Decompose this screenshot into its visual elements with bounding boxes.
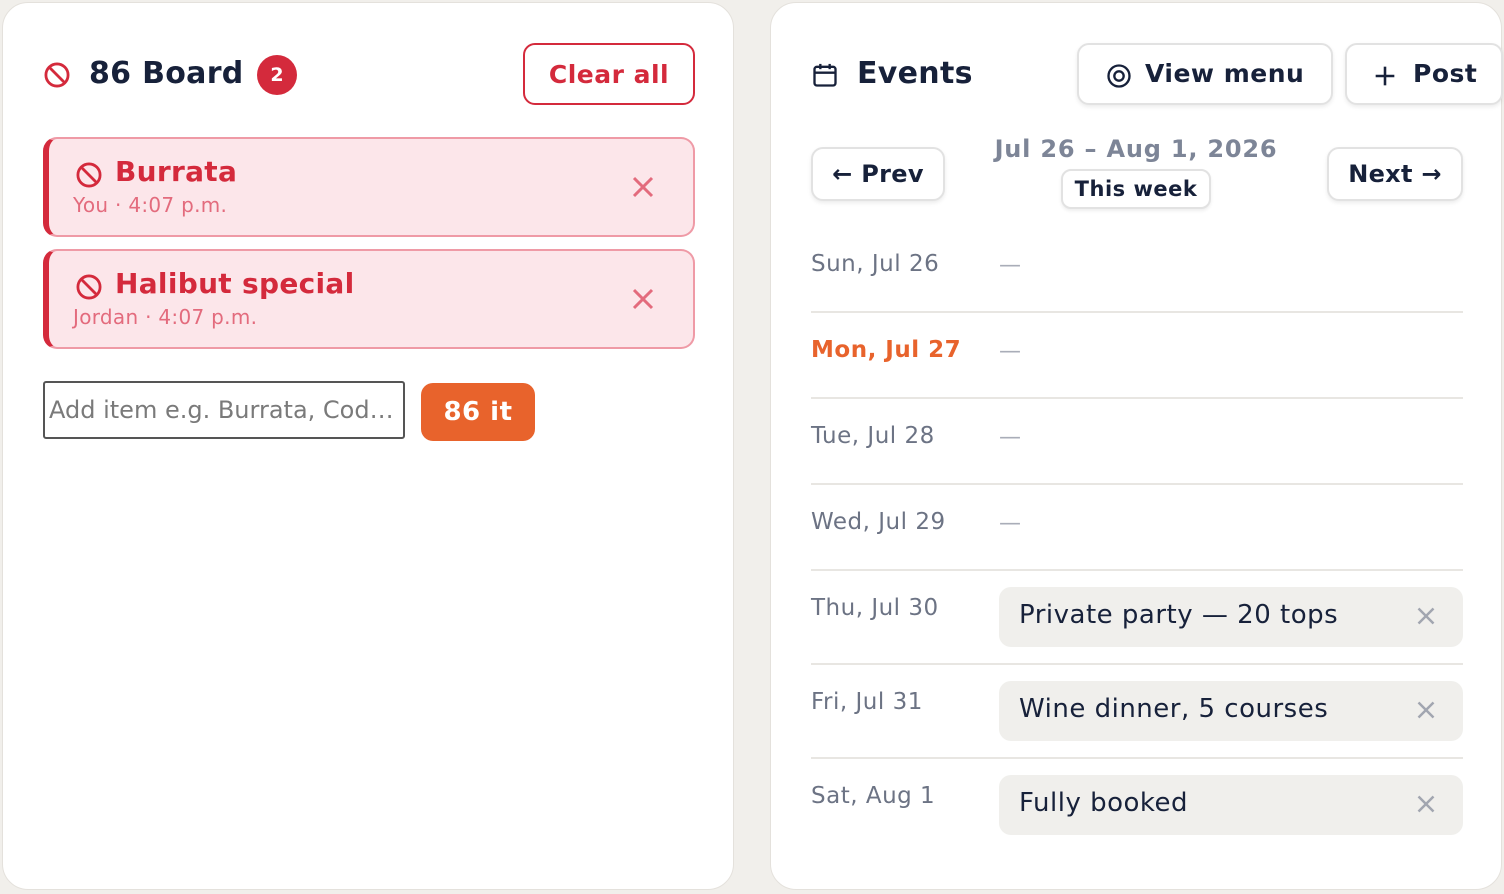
day-label: Sat, Aug 1 [811,783,936,809]
board-item-meta: Jordan · 4:07 p.m. [73,305,258,329]
clear-all-button[interactable]: Clear all [523,43,695,105]
day-empty: — [999,253,1021,278]
post-label: Post [1413,59,1478,88]
close-icon [632,176,654,198]
day-empty: — [999,425,1021,450]
close-icon [1417,607,1435,625]
eighty-six-button[interactable]: 86 it [421,383,535,441]
day-row: Mon, Jul 27 — [811,313,1463,399]
day-row: Thu, Jul 30 Private party — 20 tops [811,571,1463,665]
remove-event-button[interactable] [1411,695,1441,725]
day-label: Wed, Jul 29 [811,509,946,535]
view-menu-label: View menu [1145,59,1305,88]
day-row: Sun, Jul 26 — [811,227,1463,313]
board-header: 86 Board 2 Clear all [43,43,695,107]
count-badge: 2 [257,55,297,95]
day-row: Tue, Jul 28 — [811,399,1463,485]
board-title: 86 Board [89,56,244,91]
plus-icon [1375,66,1395,86]
event-text: Private party — 20 tops [1019,600,1339,630]
event-text: Wine dinner, 5 courses [1019,694,1329,724]
remove-item-button[interactable] [625,281,661,317]
ban-icon [76,274,102,300]
day-label: Sun, Jul 26 [811,251,940,277]
day-label-today: Mon, Jul 27 [811,337,962,363]
event-chip[interactable]: Wine dinner, 5 courses [999,681,1463,741]
day-row: Wed, Jul 29 — [811,485,1463,571]
close-icon [632,288,654,310]
day-label: Fri, Jul 31 [811,689,923,715]
close-icon [1417,795,1435,813]
event-chip[interactable]: Fully booked [999,775,1463,835]
day-empty: — [999,511,1021,536]
day-label: Thu, Jul 30 [811,595,939,621]
event-chip[interactable]: Private party — 20 tops [999,587,1463,647]
board-item: Burrata You · 4:07 p.m. [43,137,695,237]
view-menu-button[interactable]: View menu [1077,43,1333,105]
post-button[interactable]: Post [1345,43,1503,105]
board-card: 86 Board 2 Clear all Burrata You · 4:07 … [2,2,734,890]
close-icon [1417,701,1435,719]
calendar-icon [813,63,837,87]
day-row: Sat, Aug 1 Fully booked [811,759,1463,853]
events-card: Events View menu Post ← Prev Jul 26 – Au… [770,2,1503,890]
ban-icon [76,162,102,188]
event-text: Fully booked [1019,788,1189,818]
events-header: Events View menu Post [811,43,1503,107]
week-range: Jul 26 – Aug 1, 2026 [994,135,1278,163]
add-item-input[interactable] [43,381,405,439]
day-empty: — [999,339,1021,364]
board-item-name: Halibut special [115,267,355,300]
remove-item-button[interactable] [625,169,661,205]
board-item-name: Burrata [115,155,238,188]
target-icon [1107,64,1131,88]
board-item: Halibut special Jordan · 4:07 p.m. [43,249,695,349]
remove-event-button[interactable] [1411,601,1441,631]
board-item-meta: You · 4:07 p.m. [73,193,228,217]
remove-event-button[interactable] [1411,789,1441,819]
day-label: Tue, Jul 28 [811,423,935,449]
events-title: Events [857,56,973,91]
prev-week-button[interactable]: ← Prev [811,147,945,201]
next-week-button[interactable]: Next → [1327,147,1463,201]
ban-icon [44,62,70,88]
day-row: Fri, Jul 31 Wine dinner, 5 courses [811,665,1463,759]
this-week-badge[interactable]: This week [1061,169,1211,209]
